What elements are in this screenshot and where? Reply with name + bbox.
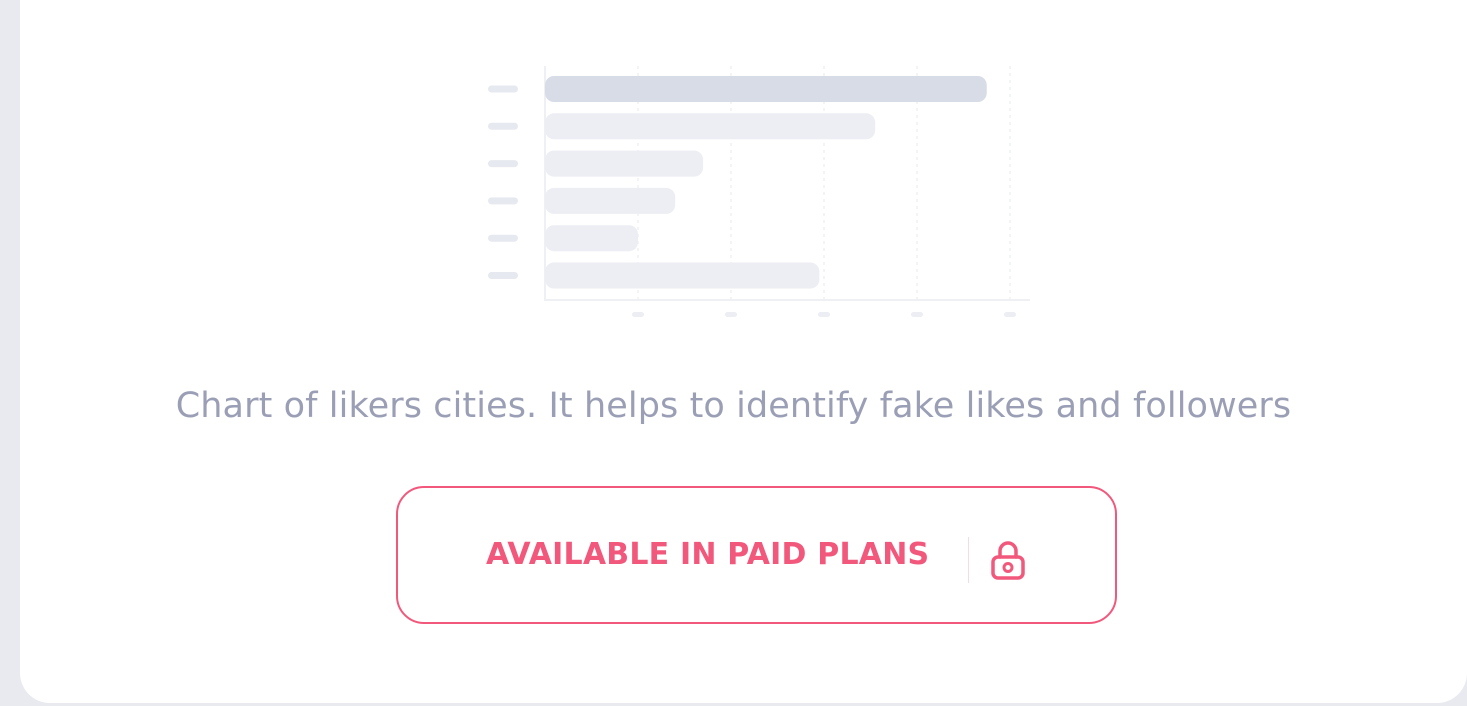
chart-bar — [545, 150, 704, 177]
chart-category-placeholder — [488, 85, 518, 93]
available-in-paid-plans-button[interactable]: AVAILABLE IN PAID PLANS — [396, 486, 1117, 624]
chart-bar — [545, 225, 638, 252]
chart-bar — [545, 113, 876, 140]
chart-tick-placeholder — [632, 312, 644, 317]
chart-bar — [545, 262, 820, 289]
lock-icon — [990, 539, 1026, 581]
chart-category-placeholder — [488, 122, 518, 130]
paid-plans-label: AVAILABLE IN PAID PLANS — [486, 537, 930, 572]
likers-cities-chart-placeholder — [475, 62, 1035, 324]
chart-tick-placeholder — [1004, 312, 1016, 317]
chart-category-placeholder — [488, 272, 518, 279]
chart-category-placeholder — [488, 234, 518, 242]
button-divider — [968, 537, 969, 583]
chart-bar — [545, 76, 987, 102]
chart-description: Chart of likers cities. It helps to iden… — [175, 386, 1292, 426]
chart-category-placeholder — [488, 160, 518, 168]
chart-svg — [488, 66, 1030, 317]
chart-bar — [545, 187, 676, 214]
chart-tick-placeholder — [725, 312, 737, 317]
chart-category-placeholder — [488, 197, 518, 205]
chart-tick-placeholder — [911, 312, 923, 317]
chart-tick-placeholder — [818, 312, 830, 317]
